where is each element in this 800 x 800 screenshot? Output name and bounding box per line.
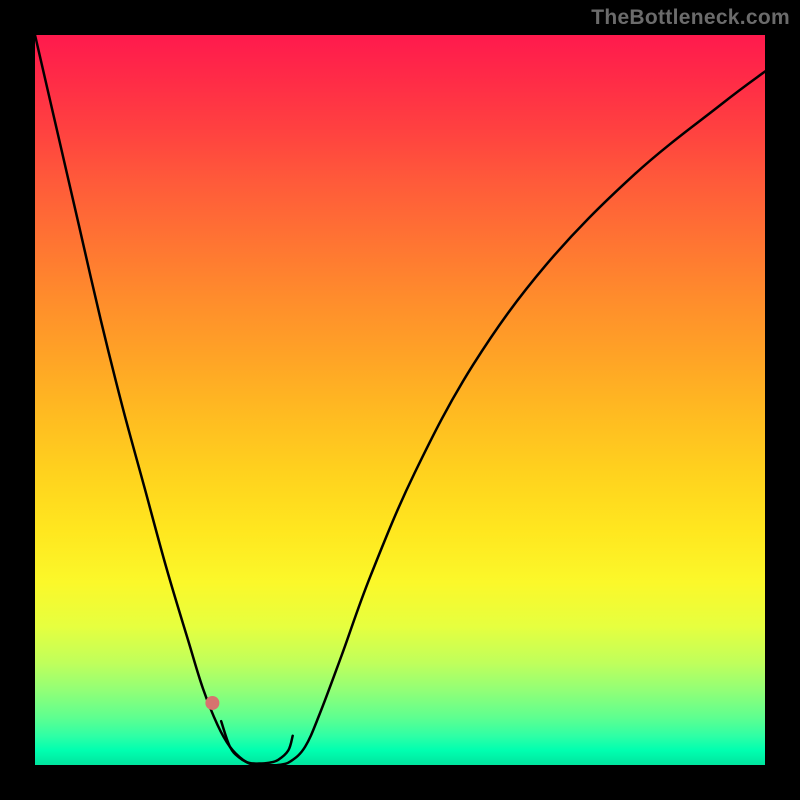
watermark-text: TheBottleneck.com	[591, 6, 790, 30]
chart-svg	[35, 35, 765, 765]
bottleneck-curve	[35, 35, 765, 765]
highlight-region	[221, 721, 293, 763]
highlight-dot	[205, 696, 219, 710]
plot-area	[35, 35, 765, 765]
chart-frame: TheBottleneck.com	[0, 0, 800, 800]
